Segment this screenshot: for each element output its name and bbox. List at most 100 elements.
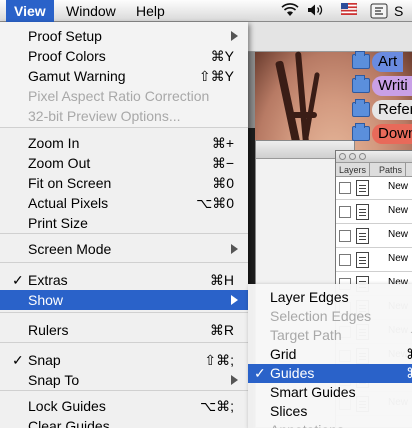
menu-user[interactable]: S [390, 0, 407, 22]
close-dot-icon[interactable] [339, 153, 346, 160]
submenu-item-shortcut: ⇧ [408, 326, 412, 345]
menu-help[interactable]: Help [128, 0, 173, 22]
folder-label: Writi [372, 76, 412, 96]
menu-item-gamut-warning[interactable]: Gamut Warning ⇧⌘Y [0, 66, 248, 86]
zoom-dot-icon[interactable] [359, 153, 366, 160]
checkmark-icon: ✓ [12, 352, 24, 368]
menu-item-label: Screen Mode [28, 241, 112, 257]
submenu-item-label: Guides [270, 365, 315, 381]
menu-item-label: Zoom In [28, 135, 80, 151]
menu-item-32-bit-preview-options: 32-bit Preview Options... [0, 106, 248, 126]
layer-name: New [388, 253, 409, 264]
menu-separator [0, 390, 248, 391]
menu-item-shortcut: ⌥⌘; [199, 398, 234, 414]
menu-item-print-size[interactable]: Print Size [0, 213, 248, 233]
menu-item-shortcut: ⇧⌘; [204, 352, 234, 368]
submenu-item-shortcut: ⌘ [406, 364, 412, 383]
layer-row[interactable]: New [336, 202, 412, 224]
menu-item-zoom-in[interactable]: Zoom In ⌘+ [0, 133, 248, 153]
menu-item-zoom-out[interactable]: Zoom Out ⌘− [0, 153, 248, 173]
submenu-item-label: Selection Edges [270, 308, 372, 324]
submenu-item-layer-edges[interactable]: Layer Edges [248, 288, 412, 307]
menu-item-rulers[interactable]: Rulers ⌘R [0, 320, 248, 340]
submenu-item-annotations: Annotations [248, 421, 412, 428]
menu-item-proof-colors[interactable]: Proof Colors ⌘Y [0, 46, 248, 66]
submenu-arrow-icon [231, 31, 238, 41]
folder-icon [352, 51, 370, 69]
menu-item-lock-guides[interactable]: Lock Guides ⌥⌘; [0, 396, 248, 416]
folder-label: Down [372, 124, 412, 144]
menu-separator [0, 127, 248, 128]
submenu-arrow-icon [231, 244, 238, 254]
menu-item-label: Snap [28, 352, 61, 368]
submenu-item-selection-edges: Selection Edges [248, 307, 412, 326]
layer-name: New [388, 205, 409, 216]
menu-item-shortcut: ⌘0 [212, 175, 234, 191]
menu-item-snap-to[interactable]: Snap To [0, 370, 248, 390]
menu-item-screen-mode[interactable]: Screen Mode [0, 239, 248, 259]
menu-item-fit-on-screen[interactable]: Fit on Screen ⌘0 [0, 173, 248, 193]
menu-item-shortcut: ⌘H [209, 272, 234, 288]
layer-visibility-checkbox[interactable] [339, 182, 351, 194]
menu-item-label: Snap To [28, 372, 80, 388]
menu-item-extras[interactable]: ✓ Extras ⌘H [0, 270, 248, 290]
menu-item-clear-guides[interactable]: Clear Guides [0, 416, 248, 428]
menu-view[interactable]: View [6, 0, 54, 22]
checkmark-icon: ✓ [12, 272, 24, 288]
layer-visibility-checkbox[interactable] [339, 206, 351, 218]
submenu-arrow-icon [231, 375, 238, 385]
folder-label: Refer [372, 100, 412, 120]
menu-separator [0, 342, 248, 343]
tab-paths[interactable]: Paths [376, 163, 407, 177]
menu-item-shortcut: ⇧⌘Y [198, 68, 234, 84]
menu-item-pixel-aspect-ratio-correction: Pixel Aspect Ratio Correction [0, 86, 248, 106]
layer-row[interactable]: New [336, 250, 412, 272]
submenu-item-label: Layer Edges [270, 289, 349, 305]
submenu-arrow-icon [231, 295, 238, 305]
menu-item-actual-pixels[interactable]: Actual Pixels ⌥⌘0 [0, 193, 248, 213]
tab-layers[interactable]: Layers [336, 163, 371, 177]
menu-item-label: Fit on Screen [28, 175, 112, 191]
menu-item-proof-setup[interactable]: Proof Setup [0, 26, 248, 46]
script-menu-icon[interactable] [370, 3, 388, 19]
menu-item-label: Proof Colors [28, 48, 106, 64]
submenu-item-label: Annotations [270, 421, 344, 428]
submenu-item-guides[interactable]: ✓Guides ⌘ [248, 364, 412, 383]
layer-visibility-checkbox[interactable] [339, 254, 351, 266]
submenu-item-grid[interactable]: Grid ⌘ [248, 345, 412, 364]
menu-item-shortcut: ⌘+ [211, 135, 234, 151]
folder-label: Art [372, 52, 404, 72]
menu-separator [0, 233, 248, 234]
folder-art[interactable]: Art [352, 51, 412, 72]
layer-row[interactable]: New [336, 178, 412, 200]
layer-name: New [388, 229, 409, 240]
layer-row[interactable]: New [336, 226, 412, 248]
menu-item-label: Extras [28, 272, 68, 288]
volume-icon[interactable] [306, 3, 324, 19]
layer-name: New [388, 181, 409, 192]
menu-item-shortcut: ⌥⌘0 [196, 195, 234, 211]
folder-refer[interactable]: Refer [352, 99, 412, 120]
folder-writi[interactable]: Writi [352, 75, 412, 96]
submenu-item-target-path: Target Path ⇧ [248, 326, 412, 345]
submenu-item-slices[interactable]: Slices [248, 402, 412, 421]
layer-visibility-checkbox[interactable] [339, 230, 351, 242]
us-flag-icon[interactable] [340, 2, 357, 19]
layer-thumbnail-icon [356, 252, 369, 268]
minimize-dot-icon[interactable] [349, 153, 356, 160]
menu-item-label: Lock Guides [28, 398, 106, 414]
menu-separator [0, 262, 248, 263]
layers-palette-titlebar [336, 151, 412, 163]
wifi-icon[interactable] [280, 3, 300, 19]
menu-item-label: Rulers [28, 322, 69, 338]
menu-item-snap[interactable]: ✓ Snap ⇧⌘; [0, 350, 248, 370]
menu-item-label: Print Size [28, 215, 88, 231]
menu-window[interactable]: Window [58, 0, 124, 22]
folder-down[interactable]: Down [352, 123, 412, 144]
layer-thumbnail-icon [356, 204, 369, 220]
menu-item-show[interactable]: Show [0, 290, 248, 310]
layer-thumbnail-icon [356, 228, 369, 244]
submenu-item-smart-guides[interactable]: Smart Guides [248, 383, 412, 402]
menu-item-label: Proof Setup [28, 28, 102, 44]
menu-item-label: Zoom Out [28, 155, 91, 171]
